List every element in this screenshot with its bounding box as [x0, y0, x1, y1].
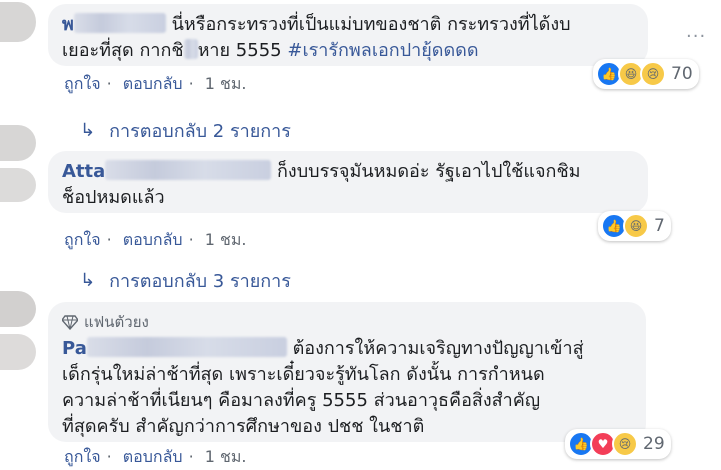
separator: ·: [188, 74, 194, 93]
reactions-summary[interactable]: 👍 😆 😢 70: [593, 59, 699, 89]
reactions-summary[interactable]: 👍 ♥ 😢 29: [565, 429, 671, 459]
comment-text-line: เด็กรุ่นใหม่ล่าช้าที่สุด เพราะเดี๋ยวจะรู…: [62, 364, 545, 385]
comment-actions: ถูกใจ · ตอบกลับ · 1 ชม.: [64, 445, 253, 470]
comment-actions: ถูกใจ · ตอบกลับ · 1 ชม.: [64, 72, 253, 97]
separator: ·: [188, 447, 194, 466]
badge-label: แฟนตัวยง: [84, 313, 149, 331]
reactions-count: 29: [643, 434, 665, 454]
comment-text-line: นี่หรือกระทรวงที่เป็นแม่บทของชาติ กระทรว…: [171, 14, 571, 35]
comment-author[interactable]: Atta: [62, 161, 105, 182]
sad-reaction-icon: 😢: [640, 61, 666, 87]
comment-bubble: Atta ก็งบบรรจุมันหมดอ่ะ รัฐเอาไปใช้แจกชิ…: [48, 151, 648, 213]
comment-actions: ถูกใจ · ตอบกลับ · 1 ชม.: [64, 228, 253, 253]
separator: ·: [106, 447, 112, 466]
comment-bubble: แฟนตัวยง Pa ต้องการให้ความเจริญทางปัญญาเ…: [48, 302, 646, 442]
comment-text-line: ก็งบบรรจุมันหมดอ่ะ รัฐเอาไปใช้แจกชิม: [277, 161, 581, 182]
view-replies-link[interactable]: ↳ การตอบกลับ 2 รายการ: [80, 116, 291, 145]
comment-text-line: เยอะที่สุด กากชิ: [62, 40, 184, 61]
comment-text-line: ช็อปหมดแล้ว: [62, 187, 165, 208]
comment-text-line: ต้องการให้ความเจริญทางปัญญาเข้าสู่: [292, 338, 584, 359]
redacted-word: [183, 39, 198, 59]
avatar: [0, 168, 36, 202]
reply-link[interactable]: ตอบกลับ: [123, 74, 183, 93]
comment-author[interactable]: Pa: [62, 338, 87, 359]
reply-link[interactable]: ตอบกลับ: [123, 230, 183, 249]
reply-link[interactable]: ตอบกลับ: [123, 447, 183, 466]
redacted-name: [105, 160, 272, 180]
reactions-count: 7: [654, 216, 665, 236]
comment-author[interactable]: พ: [62, 14, 74, 35]
comment-text: พ นี่หรือกระทรวงที่เป็นแม่บทของชาติ กระท…: [62, 12, 634, 64]
comment-text: Pa ต้องการให้ความเจริญทางปัญญาเข้าสู่ เด…: [62, 336, 632, 440]
replies-label: การตอบกลับ 3 รายการ: [109, 271, 291, 292]
reactions-summary[interactable]: 👍 😆 7: [598, 211, 671, 241]
comment-text-line: หาย 5555: [197, 40, 282, 61]
redacted-name: [73, 13, 166, 33]
diamond-icon: [62, 315, 78, 330]
like-link[interactable]: ถูกใจ: [64, 230, 101, 249]
top-fan-badge: แฟนตัวยง: [62, 310, 632, 334]
reactions-count: 70: [671, 64, 693, 84]
avatar[interactable]: [0, 2, 36, 42]
redacted-name: [86, 337, 287, 357]
sad-reaction-icon: 😢: [612, 431, 638, 457]
separator: ·: [106, 230, 112, 249]
hashtag-link[interactable]: #เรารักพลเอกปายุ้ดดดด: [287, 40, 478, 61]
comment-bubble: พ นี่หรือกระทรวงที่เป็นแม่บทของชาติ กระท…: [48, 4, 648, 66]
haha-reaction-icon: 😆: [623, 213, 649, 239]
like-link[interactable]: ถูกใจ: [64, 447, 101, 466]
timestamp[interactable]: 1 ชม.: [205, 447, 247, 466]
timestamp[interactable]: 1 ชม.: [205, 74, 247, 93]
replies-label: การตอบกลับ 2 รายการ: [109, 121, 291, 142]
separator: ·: [188, 230, 194, 249]
timestamp[interactable]: 1 ชม.: [205, 230, 247, 249]
separator: ·: [106, 74, 112, 93]
more-options-icon[interactable]: ···: [686, 26, 706, 47]
comment-text: Atta ก็งบบรรจุมันหมดอ่ะ รัฐเอาไปใช้แจกชิ…: [62, 159, 634, 211]
reply-arrow-icon: ↳: [80, 120, 96, 141]
comment-text-line: ความล่าช้าที่เนียนๆ คือมาลงที่ครู 5555 ส…: [62, 390, 541, 411]
avatar[interactable]: [0, 125, 36, 161]
comment-text-line: ที่สุดครับ สำคัญกว่าการศึกษาของ ปชช ในชา…: [62, 416, 425, 437]
avatar[interactable]: [0, 291, 36, 327]
view-replies-link[interactable]: ↳ การตอบกลับ 3 รายการ: [80, 266, 291, 295]
avatar: [0, 334, 36, 370]
like-link[interactable]: ถูกใจ: [64, 74, 101, 93]
reply-arrow-icon: ↳: [80, 270, 96, 291]
